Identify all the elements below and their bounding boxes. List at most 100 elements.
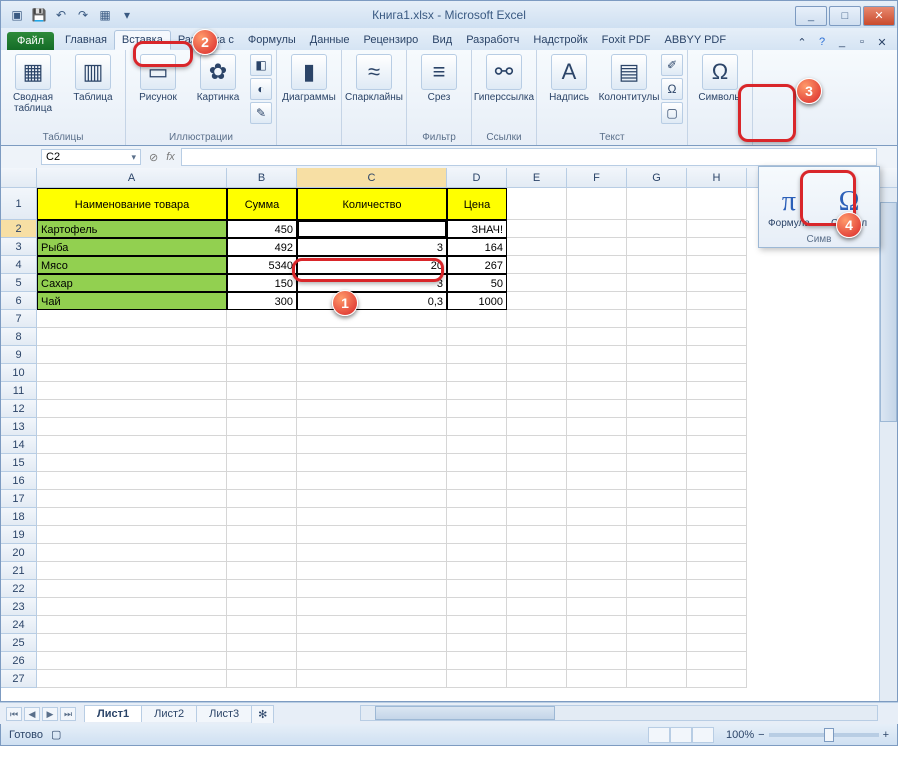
cell[interactable] bbox=[37, 346, 227, 364]
cell[interactable] bbox=[227, 346, 297, 364]
cell[interactable] bbox=[297, 346, 447, 364]
cell[interactable] bbox=[507, 508, 567, 526]
charts-button[interactable]: ▮Диаграммы bbox=[281, 52, 337, 126]
cell[interactable] bbox=[687, 562, 747, 580]
cell[interactable] bbox=[447, 328, 507, 346]
cell[interactable] bbox=[507, 562, 567, 580]
cell[interactable]: 0,3 bbox=[297, 292, 447, 310]
cell[interactable] bbox=[627, 490, 687, 508]
cell[interactable] bbox=[567, 220, 627, 238]
cell[interactable] bbox=[687, 418, 747, 436]
cell[interactable] bbox=[627, 382, 687, 400]
wb-restore-icon[interactable]: ▫ bbox=[855, 36, 869, 50]
cell[interactable] bbox=[567, 188, 627, 220]
cell[interactable] bbox=[507, 526, 567, 544]
cell[interactable] bbox=[447, 562, 507, 580]
cell[interactable] bbox=[297, 364, 447, 382]
cell[interactable] bbox=[567, 580, 627, 598]
undo-icon[interactable]: ↶ bbox=[51, 5, 71, 25]
cell[interactable] bbox=[627, 598, 687, 616]
cell[interactable] bbox=[627, 544, 687, 562]
cell[interactable] bbox=[227, 562, 297, 580]
row-header[interactable]: 25 bbox=[1, 634, 37, 652]
header-cell[interactable]: Наименование товара bbox=[37, 188, 227, 220]
cell[interactable] bbox=[567, 346, 627, 364]
cell[interactable] bbox=[627, 310, 687, 328]
col-header-E[interactable]: E bbox=[507, 168, 567, 187]
cell[interactable] bbox=[37, 616, 227, 634]
cell[interactable] bbox=[627, 670, 687, 688]
cell[interactable] bbox=[687, 346, 747, 364]
cell[interactable] bbox=[627, 238, 687, 256]
cell[interactable] bbox=[227, 418, 297, 436]
cell[interactable] bbox=[627, 328, 687, 346]
row-header[interactable]: 22 bbox=[1, 580, 37, 598]
cell[interactable]: 300 bbox=[227, 292, 297, 310]
row-header[interactable]: 5 bbox=[1, 274, 37, 292]
row-header[interactable]: 27 bbox=[1, 670, 37, 688]
cell[interactable]: 492 bbox=[227, 238, 297, 256]
cancel-formula-icon[interactable]: ⊘ bbox=[149, 151, 158, 164]
sheet-tab-3[interactable]: Лист3 bbox=[196, 705, 252, 722]
row-header[interactable]: 11 bbox=[1, 382, 37, 400]
col-header-H[interactable]: H bbox=[687, 168, 747, 187]
row-header[interactable]: 23 bbox=[1, 598, 37, 616]
cell[interactable] bbox=[567, 472, 627, 490]
header-footer-button[interactable]: ▤Колонтитулы bbox=[601, 52, 657, 126]
cell[interactable] bbox=[447, 652, 507, 670]
cell[interactable] bbox=[297, 652, 447, 670]
cell[interactable] bbox=[567, 256, 627, 274]
col-header-C[interactable]: C bbox=[297, 168, 447, 187]
cell[interactable] bbox=[567, 562, 627, 580]
sheet-next-icon[interactable]: ▶ bbox=[42, 707, 58, 721]
cell[interactable] bbox=[627, 472, 687, 490]
cell[interactable] bbox=[227, 634, 297, 652]
cell[interactable]: Сахар bbox=[37, 274, 227, 292]
formula-input[interactable] bbox=[181, 148, 877, 166]
cell[interactable] bbox=[567, 544, 627, 562]
cell[interactable] bbox=[627, 454, 687, 472]
cell[interactable] bbox=[37, 562, 227, 580]
cell[interactable] bbox=[37, 310, 227, 328]
cell[interactable] bbox=[507, 346, 567, 364]
tab-formulas[interactable]: Формулы bbox=[241, 31, 303, 50]
cell[interactable] bbox=[627, 616, 687, 634]
picture-button[interactable]: ▭Рисунок bbox=[130, 52, 186, 126]
minimize-button[interactable]: _ bbox=[795, 6, 827, 26]
cell[interactable] bbox=[507, 292, 567, 310]
cell[interactable] bbox=[507, 418, 567, 436]
cell[interactable] bbox=[627, 188, 687, 220]
cell[interactable] bbox=[687, 652, 747, 670]
cell[interactable] bbox=[627, 346, 687, 364]
cell[interactable] bbox=[447, 580, 507, 598]
cell[interactable] bbox=[507, 454, 567, 472]
tab-insert[interactable]: Вставка bbox=[114, 30, 171, 50]
sheet-last-icon[interactable]: ⏭ bbox=[60, 707, 76, 721]
cell[interactable] bbox=[627, 400, 687, 418]
row-header[interactable]: 6 bbox=[1, 292, 37, 310]
cell[interactable] bbox=[37, 418, 227, 436]
qat-btn[interactable]: ▦ bbox=[95, 5, 115, 25]
row-header[interactable]: 19 bbox=[1, 526, 37, 544]
close-button[interactable]: ✕ bbox=[863, 6, 895, 26]
cell[interactable] bbox=[447, 544, 507, 562]
cell[interactable] bbox=[507, 310, 567, 328]
cell[interactable] bbox=[37, 652, 227, 670]
cell[interactable] bbox=[567, 382, 627, 400]
macro-record-icon[interactable]: ▢ bbox=[51, 728, 61, 741]
small-ribbon-icon[interactable]: ✎ bbox=[250, 102, 272, 124]
cell[interactable] bbox=[447, 310, 507, 328]
cell[interactable] bbox=[687, 526, 747, 544]
sheet-first-icon[interactable]: ⏮ bbox=[6, 707, 22, 721]
cell[interactable]: 450 bbox=[227, 220, 297, 238]
cell[interactable] bbox=[567, 652, 627, 670]
horizontal-scrollbar[interactable] bbox=[360, 705, 878, 721]
cell[interactable] bbox=[687, 238, 747, 256]
active-cell[interactable] bbox=[297, 220, 447, 238]
cell[interactable] bbox=[297, 454, 447, 472]
cell[interactable] bbox=[297, 328, 447, 346]
col-header-F[interactable]: F bbox=[567, 168, 627, 187]
new-sheet-icon[interactable]: ✻ bbox=[251, 705, 274, 723]
cell[interactable] bbox=[227, 328, 297, 346]
sparklines-button[interactable]: ≈Спарклайны bbox=[346, 52, 402, 126]
